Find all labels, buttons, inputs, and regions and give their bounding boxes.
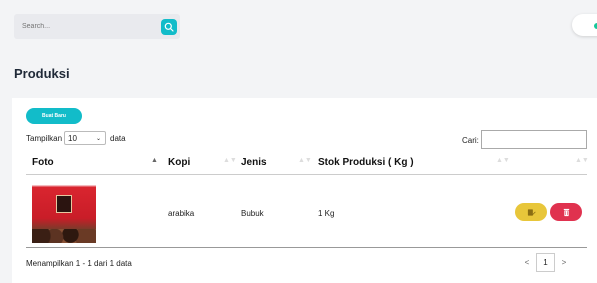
sort-icon[interactable]: ▲ bbox=[151, 157, 158, 164]
page-length-control: Tampilkan 10 ⌄ data bbox=[26, 131, 126, 145]
table-header: Foto ▲ Kopi ▲▼ Jenis ▲▼ Stok Produksi ( … bbox=[26, 151, 589, 175]
top-bar bbox=[0, 0, 597, 48]
length-suffix: data bbox=[110, 133, 126, 143]
table-info: Menampilkan 1 - 1 dari 1 data bbox=[26, 259, 132, 268]
cell-stok: 1 Kg bbox=[318, 209, 335, 218]
content-card: Buat Baru Tampilkan 10 ⌄ data Cari: Foto… bbox=[12, 98, 597, 283]
sort-icon[interactable]: ▲▼ bbox=[223, 157, 237, 164]
edit-icon bbox=[527, 208, 536, 216]
search-box bbox=[14, 14, 180, 39]
page-title: Produksi bbox=[14, 66, 70, 81]
coffee-beans bbox=[32, 229, 96, 243]
pagination-prev[interactable]: < bbox=[518, 258, 536, 267]
column-header-jenis[interactable]: Jenis bbox=[241, 157, 267, 168]
pagination: < 1 > bbox=[518, 253, 573, 272]
product-label bbox=[56, 195, 72, 213]
column-header-kopi[interactable]: Kopi bbox=[168, 157, 190, 168]
cell-jenis: Bubuk bbox=[241, 209, 264, 218]
cell-kopi: arabika bbox=[168, 209, 195, 218]
length-prefix: Tampilkan bbox=[26, 133, 63, 143]
sort-icon[interactable]: ▲▼ bbox=[298, 157, 312, 164]
product-photo bbox=[32, 181, 96, 243]
page-length-value: 10 bbox=[68, 133, 77, 143]
search-input[interactable] bbox=[22, 19, 152, 34]
edit-button[interactable] bbox=[515, 203, 547, 221]
pagination-next[interactable]: > bbox=[555, 258, 573, 267]
theme-toggle[interactable] bbox=[572, 14, 597, 36]
filter-input[interactable] bbox=[481, 130, 587, 149]
sort-icon[interactable]: ▲▼ bbox=[575, 157, 589, 164]
trash-icon bbox=[563, 208, 569, 216]
delete-button[interactable] bbox=[550, 203, 582, 221]
column-header-stok[interactable]: Stok Produksi ( Kg ) bbox=[318, 157, 414, 168]
column-header-foto[interactable]: Foto bbox=[32, 157, 54, 168]
pagination-page[interactable]: 1 bbox=[536, 253, 555, 272]
table-row: arabika Bubuk 1 Kg bbox=[26, 176, 587, 248]
search-button[interactable] bbox=[161, 19, 177, 35]
sort-icon[interactable]: ▲▼ bbox=[496, 157, 510, 164]
search-icon bbox=[164, 22, 174, 32]
new-button[interactable]: Buat Baru bbox=[26, 108, 82, 124]
page-length-select[interactable]: 10 ⌄ bbox=[64, 131, 107, 145]
filter-label: Cari: bbox=[462, 136, 479, 145]
chevron-down-icon: ⌄ bbox=[95, 135, 102, 142]
